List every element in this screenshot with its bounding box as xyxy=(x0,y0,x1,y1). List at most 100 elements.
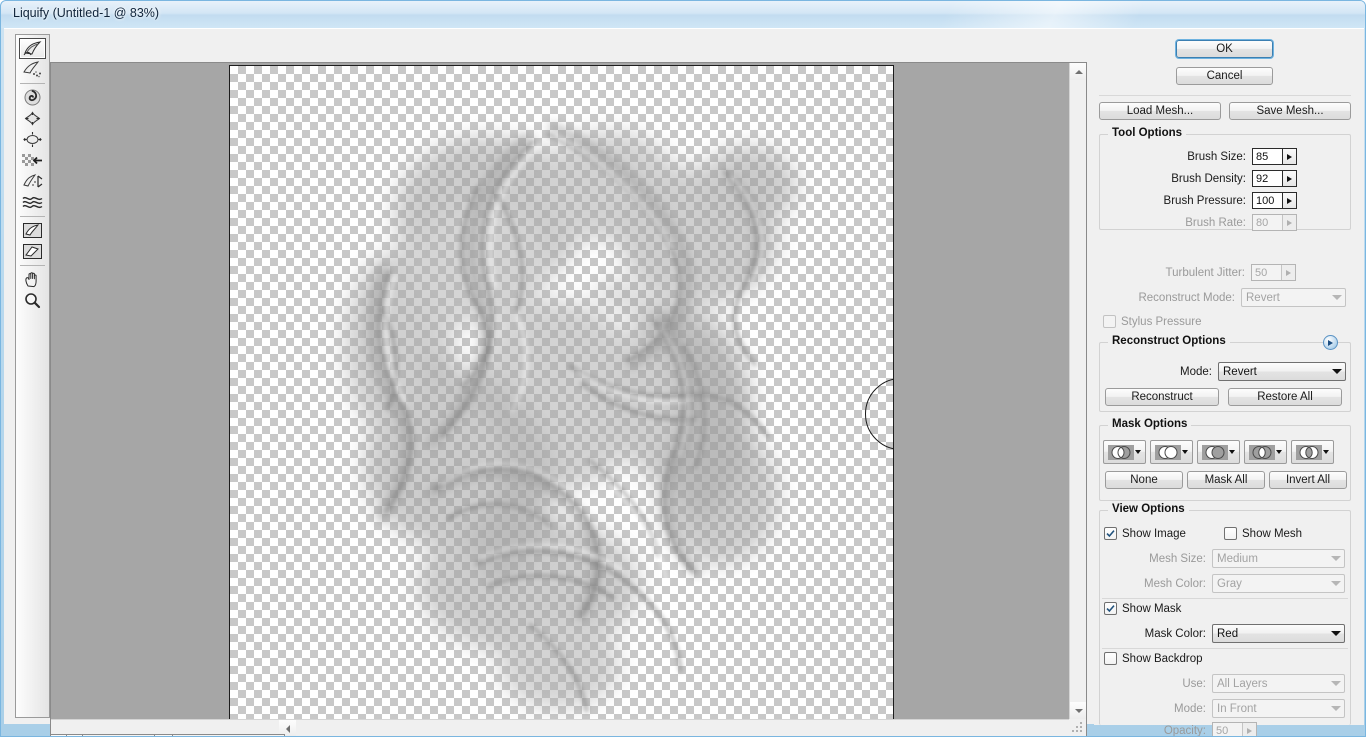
brush-size-input[interactable]: 85 xyxy=(1252,148,1297,165)
pucker-tool[interactable] xyxy=(19,108,46,129)
brush-pressure-stepper-icon[interactable] xyxy=(1282,193,1296,208)
brush-pressure-input[interactable]: 100 xyxy=(1252,192,1297,209)
reconstruct-mode-main-select[interactable]: Revert xyxy=(1218,362,1346,381)
checkbox-box[interactable] xyxy=(1104,652,1117,665)
backdrop-opacity-value: 50 xyxy=(1216,724,1229,737)
view-options-group: View Options Show Image Show Mesh Mesh S… xyxy=(1099,503,1351,736)
tool-options-group: Tool Options Brush Size: 85 Brush Densit… xyxy=(1099,127,1351,231)
show-image-checkbox[interactable]: Show Image xyxy=(1104,527,1186,540)
brush-density-value: 92 xyxy=(1256,172,1269,185)
stylus-pressure-label: Stylus Pressure xyxy=(1121,315,1202,328)
chevron-down-icon[interactable] xyxy=(1135,450,1141,454)
freeze-mask-tool[interactable] xyxy=(19,220,46,241)
mesh-color-select: Gray xyxy=(1212,574,1345,593)
bloat-tool[interactable] xyxy=(19,129,46,150)
thaw-mask-tool[interactable] xyxy=(19,241,46,262)
toolbox-divider-2 xyxy=(20,216,45,217)
brush-density-input[interactable]: 92 xyxy=(1252,170,1297,187)
show-mesh-checkbox[interactable]: Show Mesh xyxy=(1224,527,1302,540)
mesh-size-label: Mesh Size: xyxy=(1149,552,1206,565)
mask-color-select[interactable]: Red xyxy=(1212,624,1345,643)
hand-tool[interactable] xyxy=(19,269,46,290)
zoom-tool[interactable] xyxy=(19,290,46,311)
reconstruct-mode-main-value: Revert xyxy=(1223,365,1257,378)
brush-density-label: Brush Density: xyxy=(1171,172,1246,185)
mask-invert-selection[interactable] xyxy=(1291,440,1334,464)
backdrop-opacity-input: 50 xyxy=(1212,722,1257,737)
brush-pressure-value: 100 xyxy=(1256,194,1275,207)
brush-size-stepper-icon[interactable] xyxy=(1282,149,1296,164)
show-mesh-label: Show Mesh xyxy=(1242,527,1303,540)
brush-pressure-label: Brush Pressure: xyxy=(1163,194,1246,207)
window-title: Liquify (Untitled-1 @ 83%) xyxy=(13,6,160,20)
reconstruct-mode-label: Reconstruct Mode: xyxy=(1138,291,1235,304)
view-options-divider-2 xyxy=(1102,648,1348,649)
mask-replace-selection[interactable] xyxy=(1103,440,1146,464)
mask-subtract-from-selection[interactable] xyxy=(1197,440,1240,464)
mask-none-button[interactable]: None xyxy=(1105,471,1183,489)
twirl-clockwise-tool[interactable] xyxy=(19,87,46,108)
scroll-down-button[interactable] xyxy=(1070,702,1086,719)
reconstruct-button[interactable]: Reconstruct xyxy=(1105,388,1219,406)
chevron-down-icon[interactable] xyxy=(1182,450,1188,454)
show-mask-checkbox[interactable]: Show Mask xyxy=(1104,602,1181,615)
panel-divider-1 xyxy=(1099,95,1351,96)
mesh-size-value: Medium xyxy=(1217,552,1258,565)
show-backdrop-label: Show Backdrop xyxy=(1122,652,1203,665)
scroll-up-button[interactable] xyxy=(1070,63,1086,80)
mask-replace-icon xyxy=(1108,444,1134,460)
ok-button[interactable]: OK xyxy=(1176,40,1273,58)
mask-all-button[interactable]: Mask All xyxy=(1187,471,1265,489)
restore-all-button[interactable]: Restore All xyxy=(1228,388,1342,406)
brush-density-stepper-icon[interactable] xyxy=(1282,171,1296,186)
dialog-client-area: − + 83% OK Cancel Load Mesh... Save Mesh… xyxy=(4,28,1364,736)
mask-options-title: Mask Options xyxy=(1108,418,1192,430)
backdrop-use-label: Use: xyxy=(1182,677,1206,690)
circle-arrow-icon[interactable] xyxy=(1323,335,1338,350)
mask-intersect-with-selection[interactable] xyxy=(1244,440,1287,464)
mask-invert-all-button[interactable]: Invert All xyxy=(1269,471,1347,489)
liquify-dialog-window: Liquify (Untitled-1 @ 83%) OK Cancel Loa… xyxy=(0,0,1366,737)
image-preview-area[interactable] xyxy=(50,62,1087,736)
cancel-button[interactable]: Cancel xyxy=(1176,67,1273,85)
save-mesh-button[interactable]: Save Mesh... xyxy=(1229,102,1351,120)
title-bar[interactable]: Liquify (Untitled-1 @ 83%) xyxy=(1,1,1365,28)
brush-rate-label: Brush Rate: xyxy=(1185,216,1246,229)
reconstruct-mode-select: Revert xyxy=(1241,288,1346,307)
check-icon xyxy=(1106,605,1115,613)
brush-rate-value: 80 xyxy=(1256,216,1269,229)
artboard-transparency-checker[interactable] xyxy=(229,65,894,733)
checkbox-box[interactable] xyxy=(1104,602,1117,615)
chevron-down-icon xyxy=(1074,708,1083,713)
tool-options-title: Tool Options xyxy=(1108,127,1187,139)
turbulence-tool[interactable] xyxy=(19,192,46,213)
check-icon xyxy=(1106,530,1115,538)
chevron-down-icon xyxy=(1329,295,1345,300)
reconstruct-tool[interactable] xyxy=(19,59,46,80)
mask-color-value: Red xyxy=(1217,627,1239,640)
show-mask-label: Show Mask xyxy=(1122,602,1182,615)
chevron-down-icon[interactable] xyxy=(1328,631,1344,636)
load-mesh-button[interactable]: Load Mesh... xyxy=(1099,102,1221,120)
mask-add-to-selection[interactable] xyxy=(1150,440,1193,464)
canvas-vertical-scrollbar[interactable] xyxy=(1069,63,1086,719)
chevron-down-icon[interactable] xyxy=(1276,450,1282,454)
forward-warp-tool[interactable] xyxy=(19,38,46,59)
chevron-down-icon[interactable] xyxy=(1323,450,1329,454)
canvas-resize-grip[interactable] xyxy=(1069,719,1086,736)
push-left-tool[interactable] xyxy=(19,150,46,171)
mask-subtract-icon xyxy=(1202,444,1228,460)
mirror-tool[interactable] xyxy=(19,171,46,192)
turbulent-jitter-label: Turbulent Jitter: xyxy=(1165,266,1245,279)
chevron-down-icon[interactable] xyxy=(1229,450,1235,454)
chevron-down-icon xyxy=(1328,706,1344,711)
chevron-down-icon[interactable] xyxy=(1329,369,1345,374)
checkbox-box[interactable] xyxy=(1104,527,1117,540)
show-backdrop-checkbox[interactable]: Show Backdrop xyxy=(1104,652,1203,665)
brush-size-label: Brush Size: xyxy=(1187,150,1246,163)
turbulent-jitter-stepper-icon xyxy=(1281,265,1295,280)
mask-color-label: Mask Color: xyxy=(1144,627,1206,640)
chevron-down-icon xyxy=(1328,581,1344,586)
backdrop-mode-label: Mode: xyxy=(1174,702,1206,715)
checkbox-box[interactable] xyxy=(1224,527,1237,540)
